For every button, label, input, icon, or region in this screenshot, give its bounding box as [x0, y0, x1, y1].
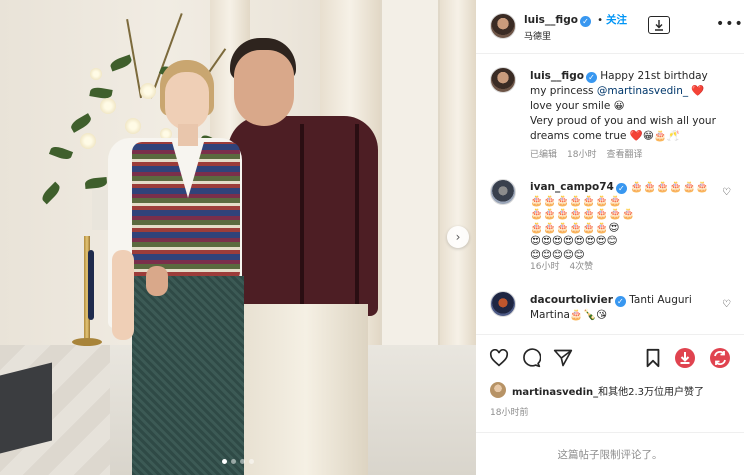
carousel-dot [222, 459, 227, 464]
man-pants [244, 304, 368, 475]
download-extension-icon[interactable] [674, 347, 696, 369]
comment-like-heart-icon[interactable]: ♡ [722, 299, 731, 310]
comment-item: dacourtolivier ✓ Tanti Auguri Martina🎂🍾😘 … [490, 291, 734, 331]
avatar[interactable] [490, 67, 516, 93]
chevron-right-icon: › [455, 230, 461, 244]
author-username[interactable]: luis__figo [524, 14, 578, 26]
post-timestamp[interactable]: 18小时前 [490, 405, 528, 418]
follow-button[interactable]: 关注 [606, 14, 627, 26]
avatar[interactable] [490, 291, 516, 317]
comments-limited-notice: 这篇帖子限制评论了。 [476, 432, 744, 475]
avatar[interactable] [490, 179, 516, 205]
post-sidebar: luis__figo ✓ • 关注 马德里 ••• luis__figo ✓ Happ… [476, 0, 744, 475]
caption-username[interactable]: luis__figo [530, 70, 584, 82]
man-hand [146, 266, 168, 296]
comment-item: ivan_campo74 ✓ 🎂🎂🎂🎂🎂🎂 🎂🎂🎂🎂🎂🎂🎂 🎂🎂🎂🎂🎂🎂🎂🎂 🎂🎂… [490, 179, 734, 279]
carousel-dot [231, 459, 236, 464]
comment-text: ivan_campo74 ✓ 🎂🎂🎂🎂🎂🎂 🎂🎂🎂🎂🎂🎂🎂 🎂🎂🎂🎂🎂🎂🎂🎂 🎂🎂… [530, 181, 726, 262]
comment-username[interactable]: ivan_campo74 [530, 181, 614, 193]
verified-badge-icon: ✓ [579, 16, 591, 27]
carousel-next-button[interactable]: › [447, 226, 469, 248]
author-line: luis__figo ✓ • 关注 [524, 12, 627, 27]
comment-meta: 16小时 4次赞 [530, 259, 603, 272]
comment-text: dacourtolivier ✓ Tanti Auguri Martina🎂🍾😘 [530, 293, 726, 323]
avatar[interactable] [490, 13, 516, 39]
comments-list: luis__figo ✓ Happy 21st birthday my princ… [476, 55, 744, 331]
woman-neck [178, 124, 198, 146]
man-face [234, 50, 294, 126]
comment-likes[interactable]: 4次赞 [569, 262, 593, 272]
woman-pants [132, 276, 244, 475]
carousel-dots [222, 459, 254, 464]
sweater-stripe [355, 124, 359, 304]
stanchion-rope [88, 250, 94, 320]
stanchion-base [72, 338, 102, 346]
verified-badge-icon: ✓ [615, 183, 627, 194]
share-icon[interactable] [552, 347, 574, 369]
sweater-stripe [300, 124, 304, 304]
likes-count-text[interactable]: 和其他2.3万位用户赞了 [598, 387, 704, 398]
doormat [0, 362, 52, 454]
edited-label: 已编辑 [530, 150, 558, 160]
heart-icon[interactable] [488, 347, 510, 369]
comment-username[interactable]: dacourtolivier [530, 294, 613, 306]
post-header: luis__figo ✓ • 关注 马德里 ••• [476, 0, 744, 54]
caption-time: 18小时 [567, 150, 597, 160]
comment-time: 16小时 [530, 262, 560, 272]
caption-meta: 已编辑 18小时 查看翻译 [530, 147, 652, 160]
post-location[interactable]: 马德里 [524, 29, 551, 42]
verified-badge-icon: ✓ [585, 72, 597, 83]
comment-like-heart-icon[interactable]: ♡ [722, 187, 731, 198]
vest-neckline [172, 142, 204, 198]
download-icon[interactable] [648, 16, 670, 34]
more-icon[interactable]: ••• [716, 16, 744, 32]
verified-badge-icon: ✓ [614, 296, 626, 307]
caption-mention-link[interactable]: @martinasvedin_ [597, 85, 688, 97]
translate-link[interactable]: 查看翻译 [606, 150, 642, 160]
post-photo[interactable]: › [0, 0, 476, 475]
caption: luis__figo ✓ Happy 21st birthday my princ… [490, 67, 734, 167]
comment-icon[interactable] [520, 347, 542, 369]
woman-arm [112, 250, 134, 340]
repost-extension-icon[interactable] [709, 347, 731, 369]
separator-dot: • [597, 15, 604, 26]
caption-text: luis__figo ✓ Happy 21st birthday my princ… [530, 69, 726, 144]
likes-summary[interactable]: martinasvedin_和其他2.3万位用户赞了 [490, 382, 704, 398]
bookmark-icon[interactable] [642, 347, 664, 369]
woman-face [165, 72, 209, 130]
liker-avatar [490, 382, 506, 398]
liker-username[interactable]: martinasvedin_ [512, 387, 598, 398]
action-bar [476, 334, 744, 384]
carousel-dot [249, 459, 254, 464]
carousel-dot [240, 459, 245, 464]
